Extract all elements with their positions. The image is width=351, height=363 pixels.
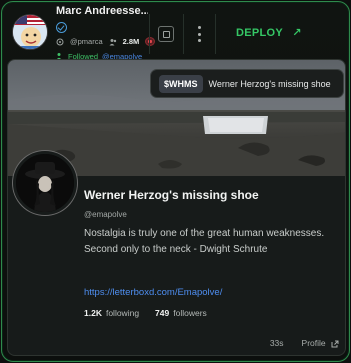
avatar-image [13,15,47,49]
token-name: Werner Herzog's missing shoe [208,78,331,89]
status-badge-icon [145,37,156,46]
dot-icon [197,26,201,29]
profile-bio: Nostalgia is truly one of the great huma… [84,228,325,255]
deploy-label: DEPLOY [236,27,283,39]
account-meta: @pmarca 2.8M [56,37,156,46]
tweet-card-panel: Marc Andreesse... @pmarca 2.8M Followed … [1,1,350,362]
verified-icon [56,22,67,33]
token-pill[interactable]: $WHMS Werner Herzog's missing shoe [150,69,344,98]
arrow-up-right-icon: ↗ [292,27,302,39]
account-followers-count: 2.8M [122,37,140,46]
header: Marc Andreesse... @pmarca 2.8M Followed … [2,2,349,62]
divider [215,14,216,54]
profile-link-button[interactable]: Profile [302,338,339,348]
dot-icon [197,32,201,36]
dot-icon [197,39,201,42]
profile-avatar[interactable] [13,151,77,215]
divider [149,14,150,54]
following-count[interactable]: 1.2K [84,308,102,318]
token-ticker: $WHMS [159,74,203,93]
profile-handle[interactable]: @emapolve [84,210,127,219]
timestamp: 33s [269,338,284,348]
followers-icon [109,38,117,46]
profile-link[interactable]: https://letterboxd.com/Emapolve/ [84,287,222,298]
external-link-icon [331,338,339,348]
card-footer: 33s Profile [270,338,339,348]
more-options-button[interactable] [194,26,204,42]
profile-stats: 1.2K following 749 followers [84,308,207,318]
followers-label: followers [173,308,207,318]
followers-count[interactable]: 749 [155,308,169,318]
profile-display-name[interactable]: Werner Herzog's missing shoe [84,188,259,202]
at-icon [56,38,64,46]
account-name[interactable]: Marc Andreesse... [56,5,148,17]
scan-button[interactable] [158,26,174,42]
account-username: @pmarca [70,37,103,46]
divider [183,14,184,54]
profile-button-label: Profile [301,338,326,348]
profile-card[interactable]: $WHMS Werner Herzog's missing shoe Werne… [7,59,346,356]
profile-avatar-image [16,154,74,212]
deploy-button[interactable]: DEPLOY ↗ [236,26,316,39]
following-label: following [105,308,140,318]
avatar[interactable] [12,14,48,50]
